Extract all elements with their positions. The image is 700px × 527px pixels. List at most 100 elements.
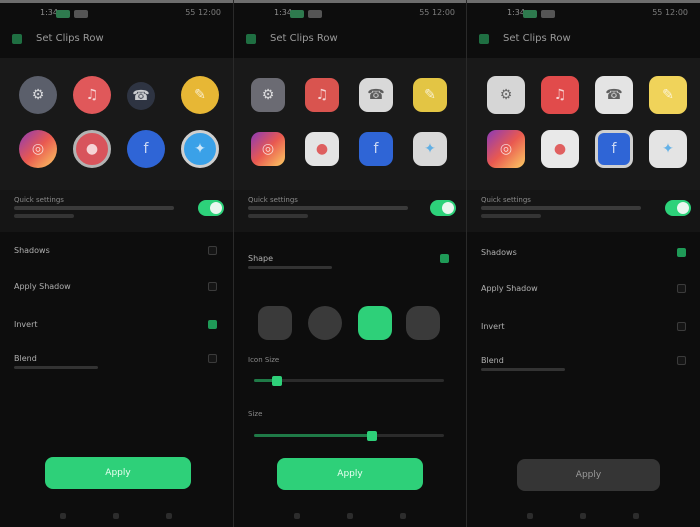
nav-recent-icon[interactable]: [633, 513, 639, 519]
enable-toggle[interactable]: [665, 200, 691, 216]
notes-icon[interactable]: ✎: [649, 76, 687, 114]
phone-icon[interactable]: ☎: [359, 78, 393, 112]
nav-back-icon[interactable]: [527, 513, 533, 519]
row-label: Apply Shadow: [14, 282, 71, 291]
row-checkbox[interactable]: [208, 354, 217, 363]
slider-thumb[interactable]: [367, 431, 377, 441]
row-sublabel: [248, 266, 332, 269]
notice-line: [14, 206, 174, 210]
row-checkbox[interactable]: [677, 284, 686, 293]
facebook-icon[interactable]: f: [595, 130, 633, 168]
nav-back-icon[interactable]: [60, 513, 66, 519]
apply-button[interactable]: Apply: [45, 457, 191, 489]
notes-icon[interactable]: ✎: [181, 76, 219, 114]
panel-3: 1:34 55 12:00 Set Clips Row ⚙ ♫ ☎ ✎ ◎ ● …: [467, 0, 700, 527]
apply-button-disabled[interactable]: Apply: [517, 459, 660, 491]
screen: 1:34 55 12:00 Set Clips Row ⚙ ♫ ☎ ✎ ◎ ● …: [0, 0, 700, 527]
shape-option[interactable]: [308, 306, 342, 340]
instagram-icon[interactable]: ◎: [19, 130, 57, 168]
row-checkbox[interactable]: [208, 320, 217, 329]
nav-recent-icon[interactable]: [166, 513, 172, 519]
row-sublabel: [14, 366, 98, 369]
phone-icon[interactable]: ☎: [127, 82, 155, 110]
music-icon[interactable]: ♫: [305, 78, 339, 112]
page-title: Set Clips Row: [270, 33, 338, 44]
list-item[interactable]: Shadows: [467, 244, 700, 266]
status-right: 55 12:00: [185, 8, 221, 17]
row-sublabel: [481, 368, 565, 371]
camera-icon[interactable]: ●: [73, 130, 111, 168]
list-item[interactable]: Blend: [467, 352, 700, 374]
row-checkbox[interactable]: [208, 282, 217, 291]
title-bar: Set Clips Row: [234, 30, 467, 52]
phone-icon[interactable]: ☎: [595, 76, 633, 114]
signal-icon: [56, 10, 70, 18]
music-icon[interactable]: ♫: [73, 76, 111, 114]
status-bar: 1:34 55 12:00: [234, 8, 467, 24]
row-label: Shape: [248, 254, 274, 263]
nav-back-icon[interactable]: [294, 513, 300, 519]
settings-icon[interactable]: ⚙: [487, 76, 525, 114]
shape-option-selected[interactable]: [358, 306, 392, 340]
row-checkbox[interactable]: [677, 322, 686, 331]
row-checkbox[interactable]: [677, 356, 686, 365]
enable-toggle[interactable]: [430, 200, 456, 216]
twitter-icon[interactable]: ✦: [413, 132, 447, 166]
nav-recent-icon[interactable]: [400, 513, 406, 519]
list-item[interactable]: Shape: [234, 250, 467, 272]
slider-track[interactable]: [254, 379, 444, 382]
back-icon[interactable]: [479, 34, 489, 44]
nav-bar: [234, 511, 467, 521]
status-right: 55 12:00: [419, 8, 455, 17]
camera-icon[interactable]: ●: [305, 132, 339, 166]
instagram-icon[interactable]: ◎: [487, 130, 525, 168]
nav-home-icon[interactable]: [580, 513, 586, 519]
notice-line: [481, 214, 541, 218]
notice-bar: Quick settings: [0, 190, 233, 232]
notes-icon[interactable]: ✎: [413, 78, 447, 112]
list-item[interactable]: Blend: [0, 350, 233, 372]
nav-bar: [467, 511, 700, 521]
music-icon[interactable]: ♫: [541, 76, 579, 114]
twitter-icon[interactable]: ✦: [649, 130, 687, 168]
facebook-icon[interactable]: f: [359, 132, 393, 166]
wifi-icon: [308, 10, 322, 18]
icon-grid: ⚙ ♫ ☎ ✎ ◎ ● f ✦: [467, 58, 700, 190]
apply-button[interactable]: Apply: [277, 458, 423, 490]
page-title: Set Clips Row: [503, 33, 571, 44]
row-checkbox[interactable]: [677, 248, 686, 257]
panel-1: 1:34 55 12:00 Set Clips Row ⚙ ♫ ☎ ✎ ◎ ● …: [0, 0, 233, 527]
camera-icon[interactable]: ●: [541, 130, 579, 168]
back-icon[interactable]: [246, 34, 256, 44]
top-edge: [467, 0, 700, 3]
notice-bar: Quick settings: [467, 190, 700, 232]
list-item[interactable]: Invert: [467, 318, 700, 340]
list-item[interactable]: Apply Shadow: [467, 280, 700, 302]
enable-toggle[interactable]: [198, 200, 224, 216]
top-edge: [234, 0, 467, 3]
shape-option[interactable]: [258, 306, 292, 340]
signal-icon: [290, 10, 304, 18]
row-checkbox[interactable]: [208, 246, 217, 255]
settings-icon[interactable]: ⚙: [251, 78, 285, 112]
row-checkbox[interactable]: [440, 254, 449, 263]
slider-fill: [254, 434, 372, 437]
list-item[interactable]: Shadows: [0, 242, 233, 264]
row-label: Invert: [14, 320, 38, 329]
notice-text: Quick settings: [248, 196, 298, 204]
twitter-icon[interactable]: ✦: [181, 130, 219, 168]
status-bar: 1:34 55 12:00: [0, 8, 233, 24]
instagram-icon[interactable]: ◎: [251, 132, 285, 166]
nav-home-icon[interactable]: [113, 513, 119, 519]
list-item[interactable]: Invert: [0, 316, 233, 338]
shape-option[interactable]: [406, 306, 440, 340]
panel-2: 1:34 55 12:00 Set Clips Row ⚙ ♫ ☎ ✎ ◎ ● …: [234, 0, 467, 527]
slider-thumb[interactable]: [272, 376, 282, 386]
icon-grid: ⚙ ♫ ☎ ✎ ◎ ● f ✦: [234, 58, 467, 190]
wifi-icon: [74, 10, 88, 18]
back-icon[interactable]: [12, 34, 22, 44]
facebook-icon[interactable]: f: [127, 130, 165, 168]
list-item[interactable]: Apply Shadow: [0, 278, 233, 300]
nav-home-icon[interactable]: [347, 513, 353, 519]
settings-icon[interactable]: ⚙: [19, 76, 57, 114]
